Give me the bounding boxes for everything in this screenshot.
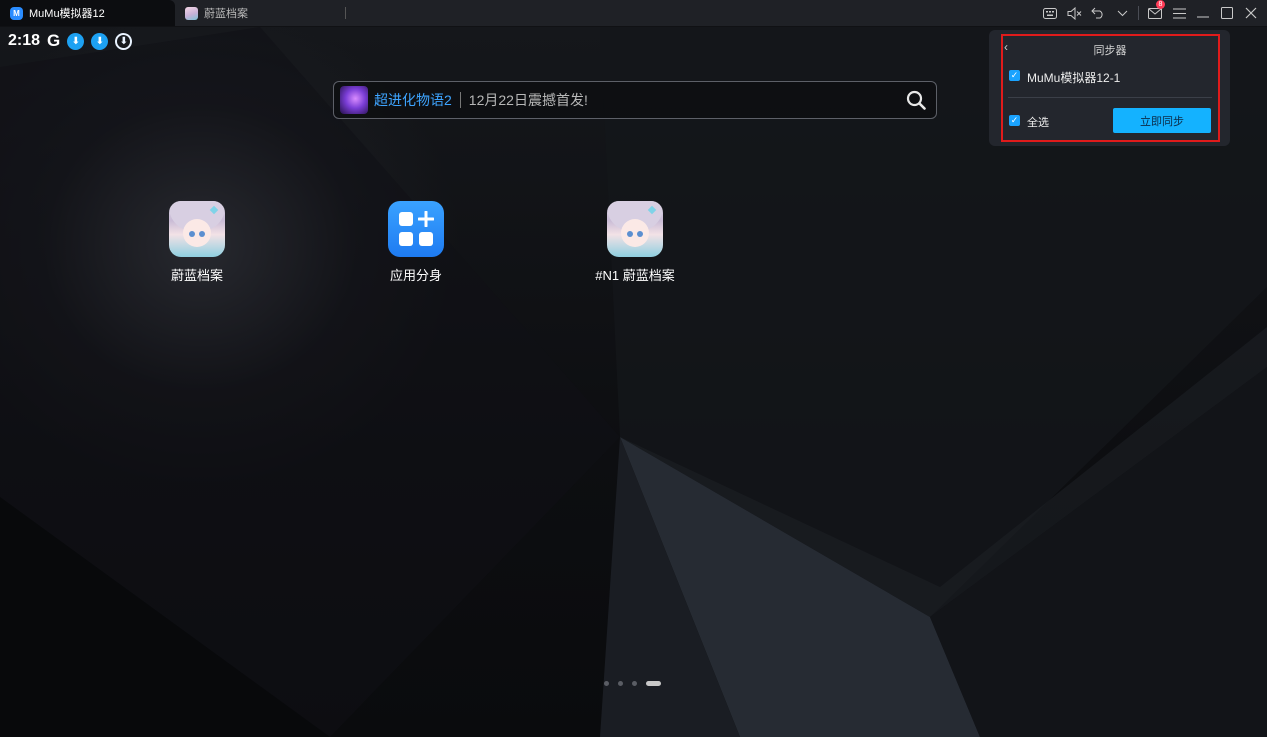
- tab-blue-archive[interactable]: 蔚蓝档案: [175, 0, 345, 26]
- window-controls: 8: [1038, 0, 1267, 26]
- page-dot-active[interactable]: [646, 681, 661, 686]
- page-dot[interactable]: [632, 681, 637, 686]
- mail-badge: 8: [1156, 0, 1165, 9]
- keyboard-icon[interactable]: [1038, 0, 1062, 26]
- minimize-icon[interactable]: [1191, 0, 1215, 26]
- mail-icon[interactable]: 8: [1143, 0, 1167, 26]
- download-outline-icon: ⬇: [115, 32, 133, 50]
- sync-divider: [1008, 97, 1212, 98]
- tab-label: MuMu模拟器12: [29, 8, 105, 20]
- chevron-down-icon[interactable]: [1110, 0, 1134, 26]
- game-thumbnail-icon: [185, 6, 198, 20]
- maximize-icon[interactable]: [1215, 0, 1239, 26]
- blue-archive-icon[interactable]: [607, 201, 663, 257]
- app-clone[interactable]: 应用分身: [356, 201, 476, 284]
- select-all-checkbox[interactable]: ✓: [1009, 115, 1020, 126]
- search-icon[interactable]: [906, 90, 926, 115]
- status-bar: 2:18 G ⬇ ⬇ ⬇: [8, 31, 133, 51]
- app-label: 蔚蓝档案: [170, 268, 223, 283]
- mute-icon[interactable]: [1062, 0, 1086, 26]
- app-blue-archive-clone[interactable]: #N1 蔚蓝档案: [575, 201, 695, 284]
- download-icon: ⬇: [91, 32, 109, 50]
- device-checkbox[interactable]: ✓: [1009, 70, 1020, 81]
- download-icon: ⬇: [67, 32, 85, 50]
- tab-mumu-emulator[interactable]: M MuMu模拟器12: [0, 0, 175, 26]
- device-label[interactable]: MuMu模拟器12-1: [1027, 69, 1120, 86]
- promo-divider: [459, 92, 461, 108]
- title-bar: M MuMu模拟器12 蔚蓝档案 8: [0, 0, 1267, 27]
- mumu-logo-icon: M: [10, 6, 23, 20]
- blue-archive-icon[interactable]: [169, 201, 225, 257]
- promo-text: 12月22日震撼首发!: [468, 92, 588, 108]
- clock: 2:18: [8, 32, 41, 49]
- promo-game-thumbnail: [340, 86, 368, 114]
- promo-game-name[interactable]: 超进化物语2: [374, 90, 452, 110]
- sync-panel-title: 同步器: [1093, 45, 1127, 57]
- google-icon: G: [47, 31, 61, 50]
- close-icon[interactable]: [1239, 0, 1263, 26]
- tab-label: 蔚蓝档案: [204, 8, 248, 20]
- app-clone-icon[interactable]: [388, 201, 444, 257]
- undo-icon[interactable]: [1086, 0, 1110, 26]
- app-label: #N1 蔚蓝档案: [595, 268, 675, 283]
- search-bar[interactable]: 超进化物语2 12月22日震撼首发!: [333, 81, 937, 119]
- app-label: 应用分身: [389, 268, 442, 283]
- tab-divider: [345, 7, 346, 19]
- app-blue-archive[interactable]: 蔚蓝档案: [137, 201, 257, 284]
- page-dot[interactable]: [618, 681, 623, 686]
- select-all-label[interactable]: 全选: [1027, 114, 1049, 130]
- menu-icon[interactable]: [1167, 0, 1191, 26]
- back-chevron-icon[interactable]: ‹: [1004, 40, 1008, 54]
- page-dot[interactable]: [604, 681, 609, 686]
- toolbar-divider: [1138, 6, 1139, 20]
- page-indicator: [604, 681, 661, 686]
- sync-now-button[interactable]: 立即同步: [1113, 108, 1211, 133]
